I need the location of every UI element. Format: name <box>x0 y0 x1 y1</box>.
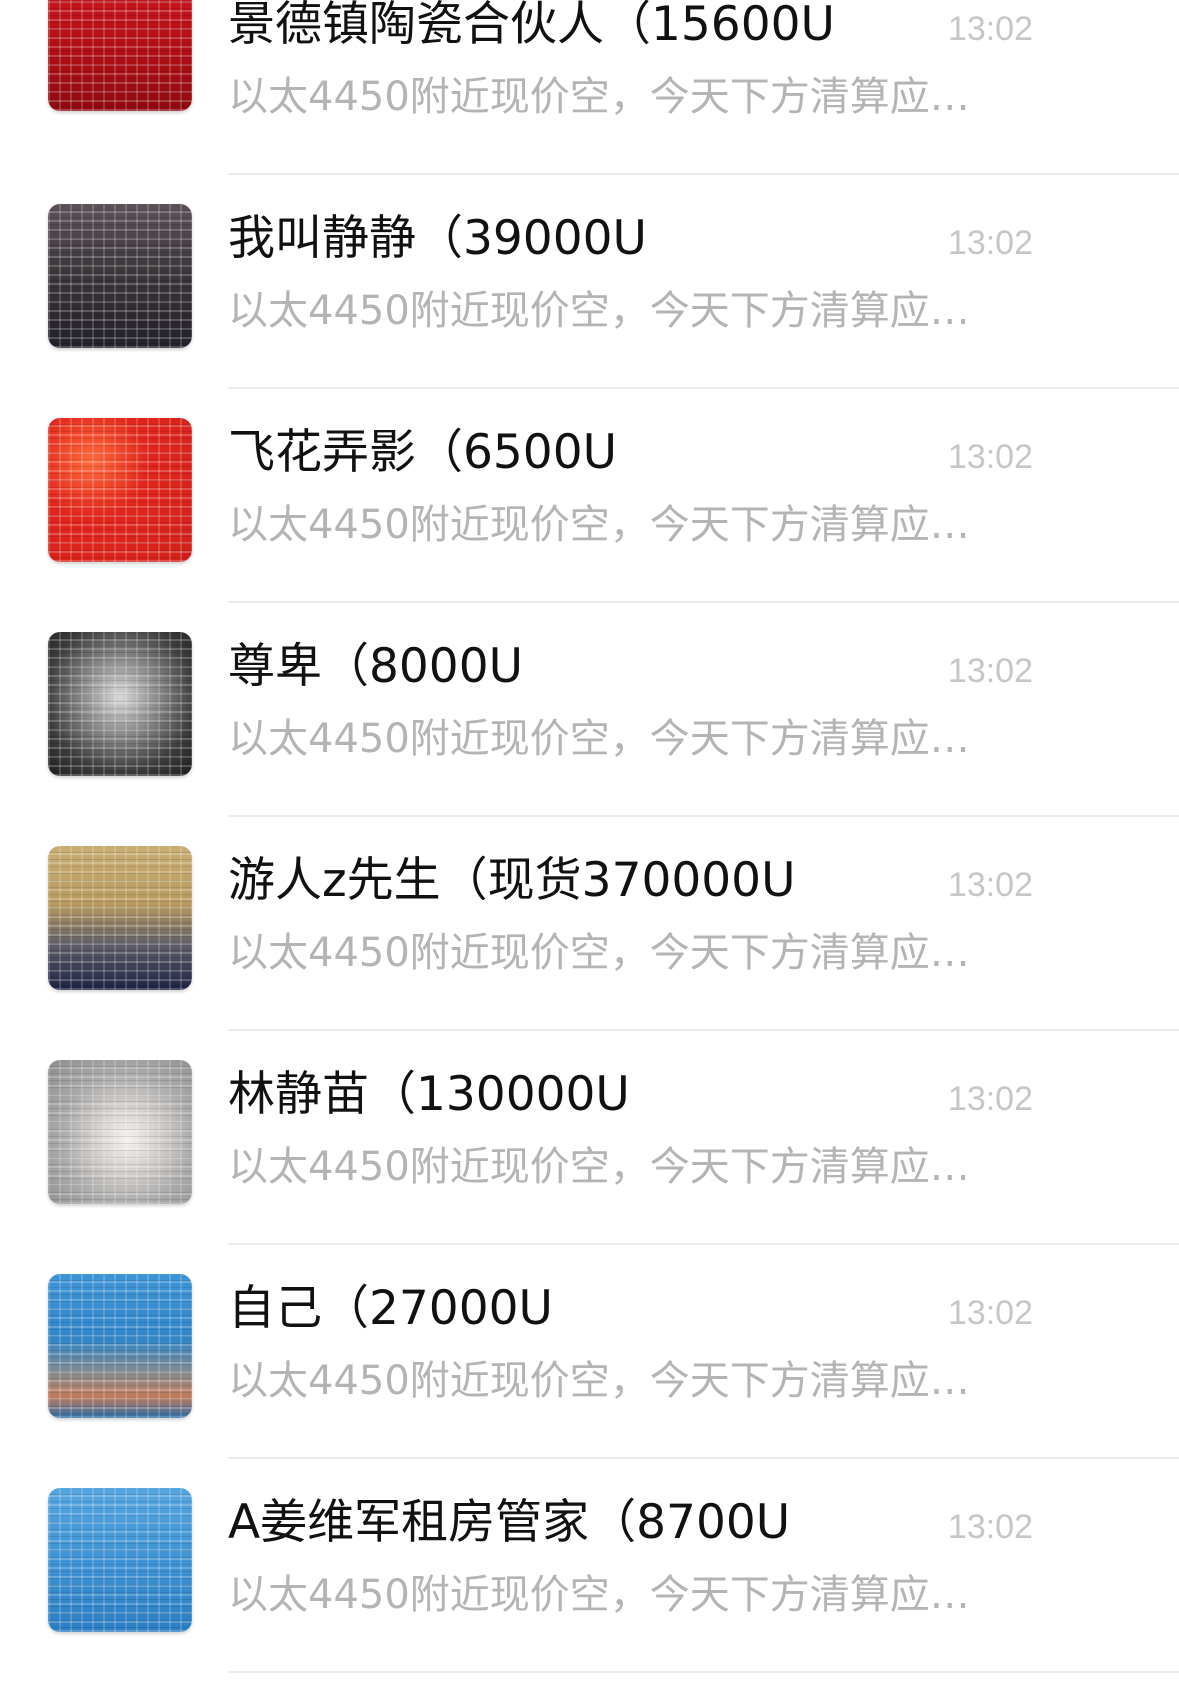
chat-time: 13:02 <box>947 1294 1033 1332</box>
chat-name: 自己（27000U <box>228 1281 553 1336</box>
user-avatar-icon[interactable] <box>48 1488 192 1632</box>
chat-preview: 以太4450附近现价空，今天下方清算应… <box>228 502 970 548</box>
user-avatar-icon[interactable] <box>48 1274 192 1418</box>
chat-time: 13:02 <box>947 224 1033 262</box>
chat-list-item[interactable]: 飞花弄影（6500U 13:02 以太4450附近现价空，今天下方清算应… <box>0 389 1179 603</box>
chat-list-item[interactable]: A姜维军租房管家（8700U 13:02 以太4450附近现价空，今天下方清算应… <box>0 1459 1179 1673</box>
chat-name: A姜维军租房管家（8700U <box>228 1495 791 1550</box>
chat-name: 游人z先生（现货370000U <box>228 853 796 908</box>
chat-preview: 以太4450附近现价空，今天下方清算应… <box>228 1572 970 1618</box>
chat-time: 13:02 <box>947 10 1033 48</box>
user-avatar-icon[interactable] <box>48 632 192 776</box>
chat-list-item[interactable]: 尊卑（8000U 13:02 以太4450附近现价空，今天下方清算应… <box>0 603 1179 817</box>
chat-time: 13:02 <box>947 1080 1033 1118</box>
chat-preview: 以太4450附近现价空，今天下方清算应… <box>228 1144 970 1190</box>
chat-name: 我叫静静（39000U <box>228 211 647 266</box>
chat-time: 13:02 <box>947 1508 1033 1546</box>
flag-avatar-icon[interactable] <box>48 418 192 562</box>
user-avatar-icon[interactable] <box>48 1060 192 1204</box>
chat-preview: 以太4450附近现价空，今天下方清算应… <box>228 930 970 976</box>
chat-preview: 以太4450附近现价空，今天下方清算应… <box>228 288 970 334</box>
chat-list: 景德镇陶瓷合伙人（15600U 13:02 以太4450附近现价空，今天下方清算… <box>0 0 1179 1692</box>
chat-time: 13:02 <box>947 652 1033 690</box>
chat-list-item[interactable]: 游人z先生（现货370000U 13:02 以太4450附近现价空，今天下方清算… <box>0 817 1179 1031</box>
chat-time: 13:02 <box>947 866 1033 904</box>
divider <box>228 1671 1179 1673</box>
chat-list-item[interactable]: 景德镇陶瓷合伙人（15600U 13:02 以太4450附近现价空，今天下方清算… <box>0 0 1179 175</box>
logo-avatar-icon[interactable] <box>48 0 192 111</box>
chat-time: 13:02 <box>947 438 1033 476</box>
chat-list-item[interactable]: 自己（27000U 13:02 以太4450附近现价空，今天下方清算应… <box>0 1245 1179 1459</box>
chat-list-item[interactable]: 我叫静静（39000U 13:02 以太4450附近现价空，今天下方清算应… <box>0 175 1179 389</box>
chat-name: 尊卑（8000U <box>228 639 524 694</box>
user-avatar-icon[interactable] <box>48 204 192 348</box>
chat-preview: 以太4450附近现价空，今天下方清算应… <box>228 716 970 762</box>
user-avatar-icon[interactable] <box>48 846 192 990</box>
chat-name: 林静苗（130000U <box>228 1067 630 1122</box>
chat-list-item[interactable]: 林静苗（130000U 13:02 以太4450附近现价空，今天下方清算应… <box>0 1031 1179 1245</box>
chat-preview: 以太4450附近现价空，今天下方清算应… <box>228 74 970 120</box>
chat-name: 景德镇陶瓷合伙人（15600U <box>228 0 835 52</box>
chat-name: 飞花弄影（6500U <box>228 425 618 480</box>
chat-preview: 以太4450附近现价空，今天下方清算应… <box>228 1358 970 1404</box>
